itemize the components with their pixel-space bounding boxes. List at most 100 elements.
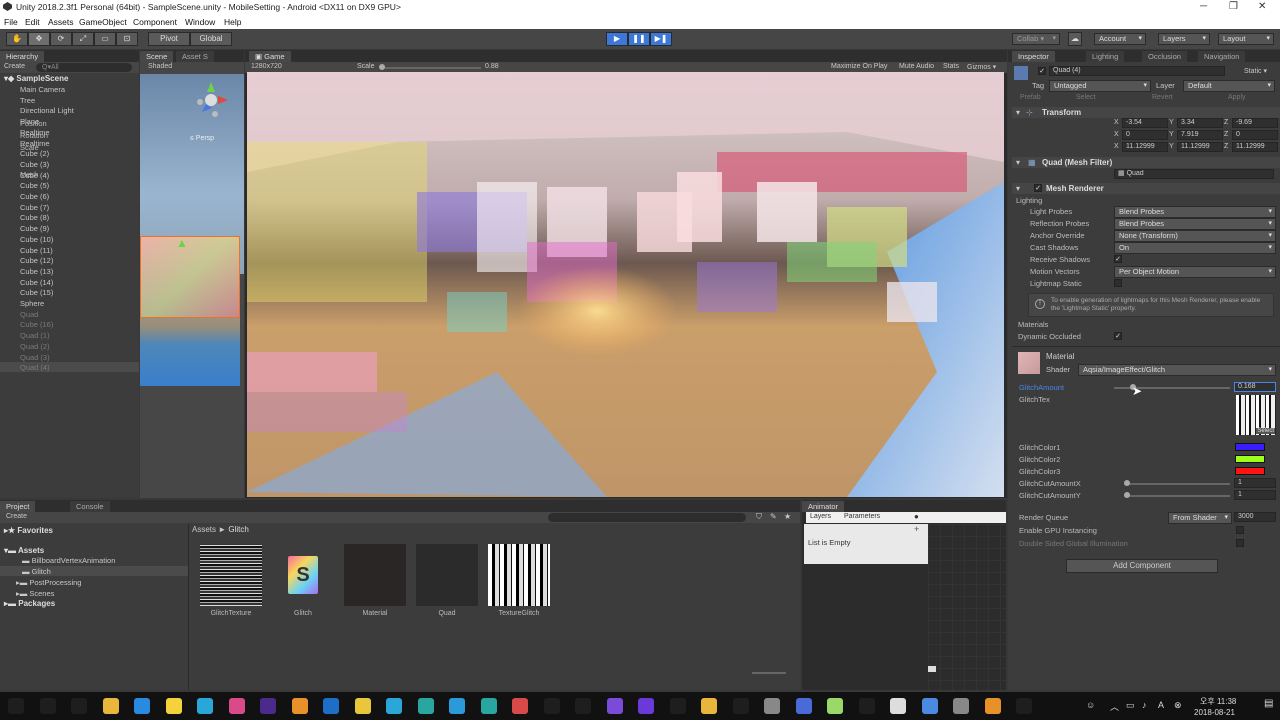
explorer-icon[interactable] [102, 698, 119, 714]
glitch-color2-swatch[interactable] [1235, 455, 1265, 463]
app-icon[interactable] [890, 698, 906, 714]
active-checkbox[interactable]: ✓ [1038, 67, 1046, 75]
tab-scene[interactable]: Scene [140, 51, 174, 62]
cut-y-slider-knob[interactable] [1124, 492, 1130, 498]
asset-material[interactable]: Material [344, 544, 406, 617]
tray-up-icon[interactable]: ︿ [1110, 700, 1119, 713]
lightmap-static-checkbox[interactable] [1114, 279, 1122, 287]
mesh-renderer-header[interactable]: ▾ ✓ Mesh Renderer [1012, 183, 1280, 194]
resolution-dropdown[interactable]: 1280x720 [251, 63, 282, 70]
pause-button[interactable]: ❚❚ [628, 32, 650, 46]
hierarchy-item[interactable]: Main Camera [20, 85, 65, 94]
hierarchy-item[interactable]: Cube (5) [20, 181, 49, 190]
people-icon[interactable]: ☺ [1086, 700, 1095, 710]
lighting-foldout[interactable]: Lighting [1016, 196, 1042, 205]
unity-icon[interactable] [1016, 698, 1032, 714]
app-icon[interactable] [606, 698, 623, 714]
pivot-toggle[interactable]: Pivot [148, 32, 190, 46]
render-queue-dropdown[interactable]: From Shader [1168, 512, 1232, 524]
app-icon[interactable] [921, 698, 938, 714]
mesh-renderer-row-dropdown[interactable]: None (Transform) [1114, 230, 1276, 242]
app-icon[interactable] [795, 698, 812, 714]
search-icon[interactable] [39, 698, 56, 714]
app-icon[interactable] [827, 698, 843, 714]
taskview-icon[interactable] [71, 698, 87, 714]
ime-icon[interactable]: A [1158, 700, 1164, 710]
tree-folder-postprocessing[interactable]: ▸▬ PostProcessing [16, 578, 81, 587]
menu-edit[interactable]: Edit [25, 17, 40, 27]
add-icon[interactable]: + [914, 524, 919, 534]
menu-file[interactable]: File [4, 17, 18, 27]
scene-persp-label[interactable]: ≤ Persp [190, 135, 214, 142]
app-icon[interactable] [701, 698, 717, 714]
star-icon[interactable]: ★ [784, 512, 791, 521]
menu-window[interactable]: Window [185, 17, 215, 27]
app-icon[interactable] [386, 698, 402, 714]
hierarchy-item[interactable]: Cube (12) [20, 256, 53, 265]
hierarchy-item[interactable]: Quad (1) [20, 331, 50, 340]
menu-help[interactable]: Help [224, 17, 241, 27]
scale-tool-icon[interactable]: ⤢ [72, 32, 94, 46]
hierarchy-item[interactable]: Cube (6) [20, 192, 49, 201]
hierarchy-item[interactable]: Sphere [20, 299, 44, 308]
asset-quad[interactable]: Quad [416, 544, 478, 617]
close-icon[interactable]: ✕ [1258, 1, 1266, 12]
app-icon[interactable] [732, 698, 749, 714]
breadcrumb-assets[interactable]: Assets [192, 525, 216, 534]
project-create-button[interactable]: Create [6, 513, 27, 520]
layout-dropdown[interactable]: Layout [1218, 33, 1274, 45]
cloud-icon[interactable]: ☁ [1068, 32, 1082, 46]
collab-dropdown[interactable]: Collab ▾ [1012, 33, 1060, 45]
network-icon[interactable]: ▭ [1126, 700, 1135, 711]
cut-x-slider-track[interactable] [1124, 483, 1230, 485]
mesh-renderer-row-dropdown[interactable]: On [1114, 242, 1276, 254]
dynamic-occluded-checkbox[interactable]: ✓ [1114, 332, 1122, 340]
selected-quad-outline[interactable] [140, 236, 240, 318]
project-search-input[interactable] [548, 513, 746, 522]
tab-console[interactable]: Console [70, 501, 110, 512]
kakaotalk-icon[interactable] [165, 698, 182, 714]
asset-glitch-shader[interactable]: S Glitch [272, 544, 334, 617]
hierarchy-item[interactable]: Quad (3) [20, 353, 50, 362]
motion-vectors-dropdown[interactable]: Per Object Motion [1114, 266, 1276, 278]
tab-animator[interactable]: Animator [802, 501, 845, 512]
scale-slider-knob[interactable] [379, 64, 385, 70]
notification-icon[interactable]: ▤ [1264, 698, 1273, 709]
app-icon[interactable] [669, 698, 686, 714]
breadcrumb-glitch[interactable]: Glitch [228, 525, 248, 534]
cut-x-slider-knob[interactable] [1124, 480, 1130, 486]
app-icon[interactable] [417, 698, 434, 714]
shading-mode-dropdown[interactable]: Shaded [148, 63, 172, 70]
receive-shadows-checkbox[interactable]: ✓ [1114, 255, 1122, 263]
scale-x-field[interactable]: 11.12999 [1122, 142, 1168, 152]
hierarchy-item[interactable]: Cube (16) [20, 320, 53, 329]
menu-assets[interactable]: Assets [48, 17, 74, 27]
mesh-renderer-row-dropdown[interactable]: Blend Probes [1114, 206, 1276, 218]
transform-tool-icon[interactable]: ⊡ [116, 32, 138, 46]
app-icon[interactable] [197, 698, 213, 714]
app-3-icon[interactable] [449, 698, 465, 714]
hierarchy-item[interactable]: Cube (8) [20, 213, 49, 222]
tab-navigation[interactable]: Navigation [1198, 51, 1246, 62]
tab-occlusion[interactable]: Occlusion [1142, 51, 1187, 62]
position-y-field[interactable]: 3.34 [1177, 118, 1223, 128]
hierarchy-item[interactable]: Cube (7) [20, 203, 49, 212]
gpu-instancing-checkbox[interactable] [1236, 526, 1244, 534]
hierarchy-item[interactable]: Tree [20, 96, 35, 105]
app-icon[interactable] [858, 698, 875, 714]
assets-folder[interactable]: ▾▬ Assets [4, 546, 44, 555]
hierarchy-item[interactable]: Quad (4) [20, 363, 50, 372]
asset-glitchtexture[interactable]: GlitchTexture [200, 544, 262, 617]
mesh-renderer-row-dropdown[interactable]: Blend Probes [1114, 218, 1276, 230]
app-icon[interactable] [543, 698, 560, 714]
asset-textureglitch[interactable]: TextureGlitch [488, 544, 550, 617]
cut-y-slider-track[interactable] [1124, 495, 1230, 497]
animator-parameters-tab[interactable]: Parameters [844, 513, 880, 520]
volume-icon[interactable]: ♪ [1142, 700, 1147, 710]
maximize-icon[interactable]: ❐ [1229, 1, 1238, 12]
app-icon[interactable] [764, 698, 780, 714]
render-queue-field[interactable]: 3000 [1234, 512, 1276, 522]
move-handle-icon[interactable]: ▲ [176, 236, 188, 250]
app-m-icon[interactable] [480, 698, 497, 714]
gizmos-dropdown[interactable]: Gizmos ▾ [967, 63, 996, 71]
